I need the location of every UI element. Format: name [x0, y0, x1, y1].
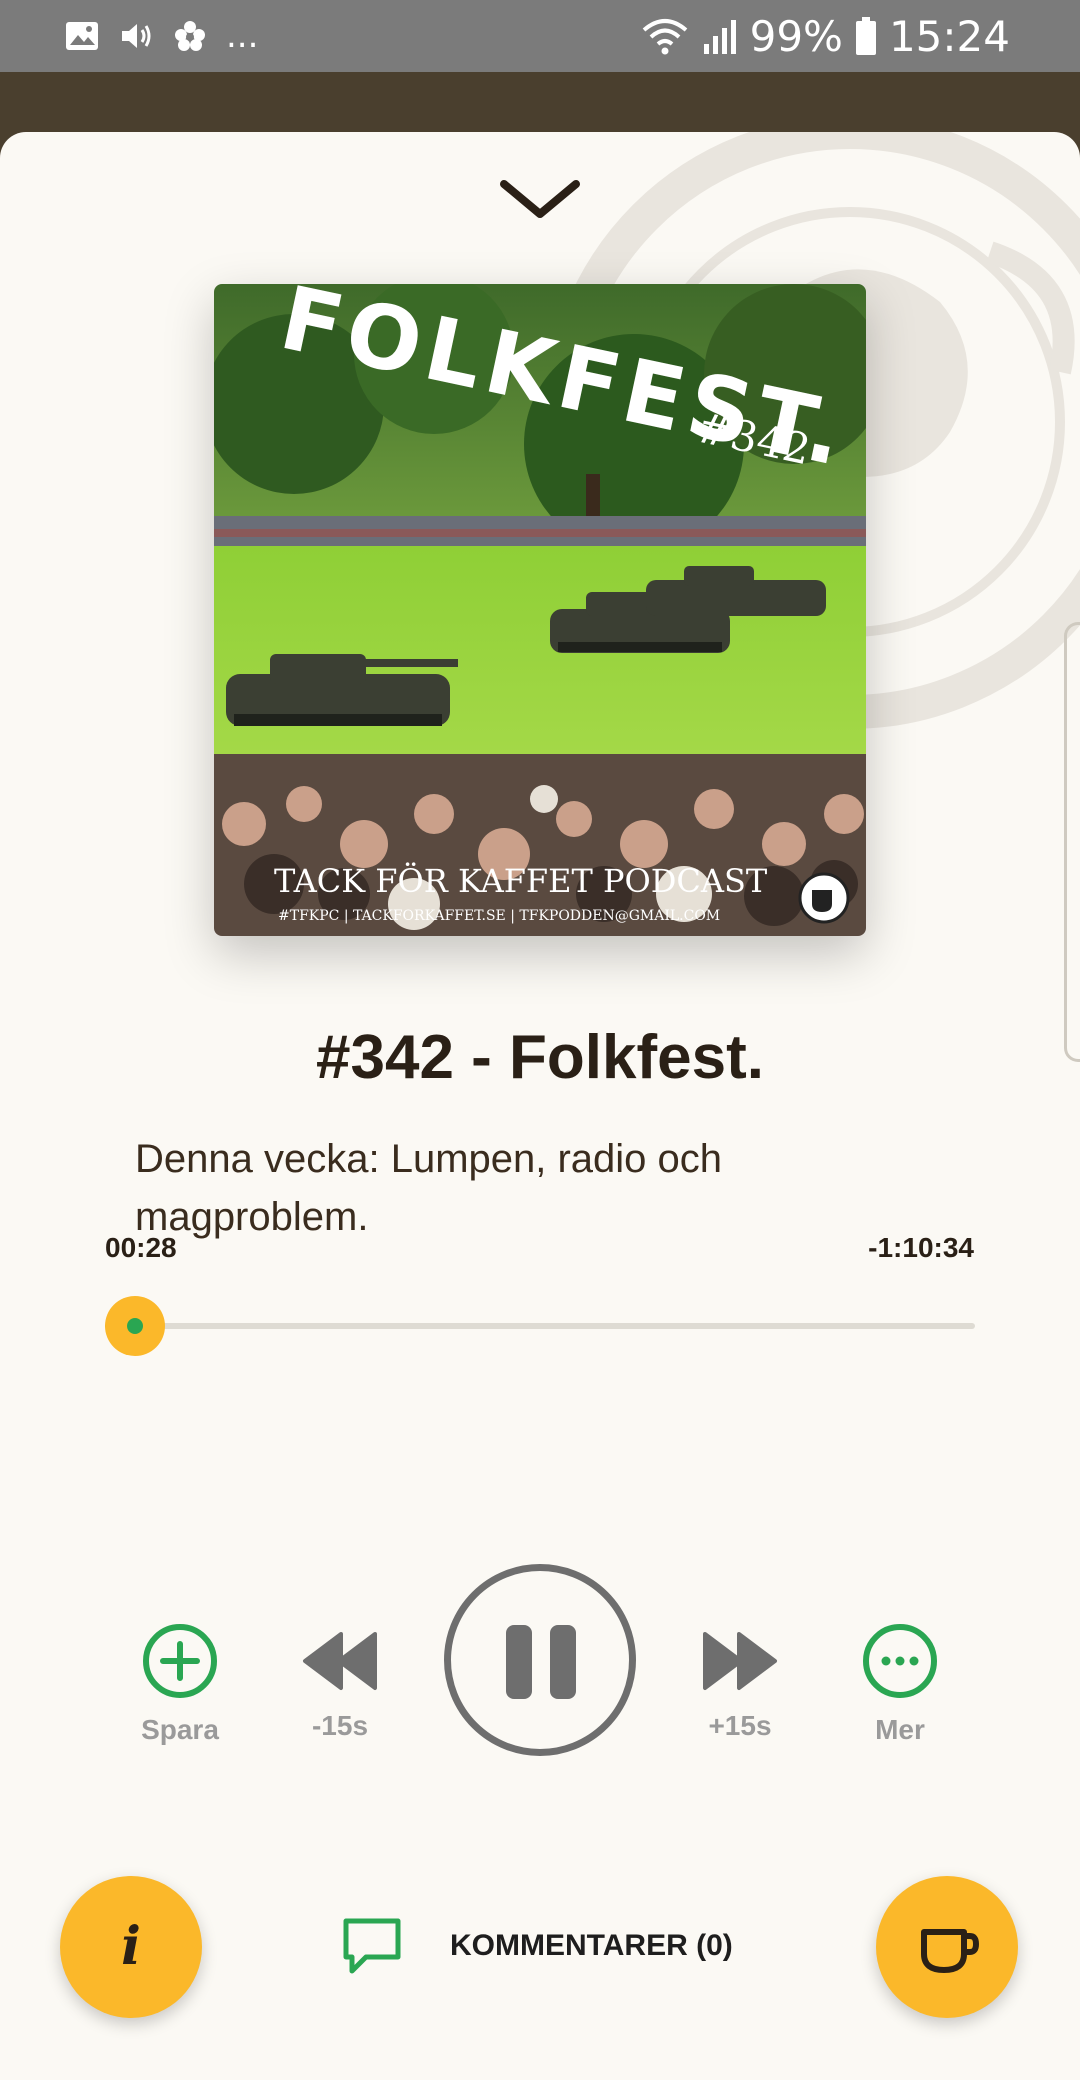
save-button[interactable]: Spara	[130, 1622, 230, 1746]
rewind-15-button[interactable]: -15s	[290, 1626, 390, 1742]
comments-label: KOMMENTARER (0)	[450, 1929, 733, 1962]
seek-thumb[interactable]	[104, 1296, 165, 1356]
save-label: Spara	[141, 1714, 219, 1745]
artwork-footer-sub: #TFKPC | TACKFORKAFFET.SE | TFKPODDEN@GM…	[278, 908, 720, 924]
wifi-icon	[642, 19, 687, 55]
episode-description: Denna vecka: Lumpen, radio och magproble…	[135, 1137, 723, 1239]
image-icon	[66, 22, 98, 50]
info-button[interactable]: i	[60, 1876, 202, 2018]
status-bar: ... 99% 15:24	[0, 0, 1080, 72]
artwork-footer-title: TACK FÖR KAFFET PODCAST	[274, 862, 768, 900]
rewind-label: -15s	[311, 1710, 369, 1741]
fast-forward-icon	[703, 1632, 777, 1690]
collapse-player-button[interactable]	[490, 168, 590, 228]
forward-label: +15s	[708, 1710, 772, 1741]
player-sheet: FOLKFEST. #342 TACK FÖR KAFFET PODCAST #…	[0, 132, 1080, 2080]
plus-circle-icon	[143, 1624, 217, 1698]
elapsed-time: 00:28	[105, 1232, 177, 1263]
comment-icon	[343, 1918, 401, 1974]
volume-icon	[122, 24, 151, 48]
pause-icon	[506, 1625, 532, 1699]
battery-icon	[855, 17, 876, 55]
status-more: ...	[226, 16, 259, 56]
status-time: 15:24	[888, 11, 1010, 61]
info-icon: i	[121, 1916, 141, 1977]
pause-button[interactable]	[444, 1564, 636, 1756]
flower-icon	[175, 21, 205, 51]
coffee-cup-button[interactable]	[876, 1876, 1018, 2018]
comments-button[interactable]: KOMMENTARER (0)	[340, 1906, 733, 1986]
side-panel-handle[interactable]	[1064, 622, 1080, 1062]
pause-icon-bar	[550, 1625, 576, 1699]
episode-title: #342 - Folkfest.	[316, 1023, 764, 1092]
seek-bar[interactable]	[105, 1323, 975, 1329]
more-label: Mer	[875, 1714, 925, 1745]
episode-artwork: FOLKFEST. #342 TACK FÖR KAFFET PODCAST #…	[214, 284, 866, 936]
forward-15-button[interactable]: +15s	[690, 1626, 790, 1742]
battery-percent: 99%	[749, 11, 843, 61]
rewind-icon	[303, 1632, 377, 1690]
signal-icon	[703, 20, 736, 54]
more-button[interactable]: Mer	[850, 1622, 950, 1746]
remaining-time: -1:10:34	[868, 1232, 974, 1263]
coffee-cup-icon	[921, 1929, 980, 1973]
more-dots-icon	[863, 1624, 937, 1698]
